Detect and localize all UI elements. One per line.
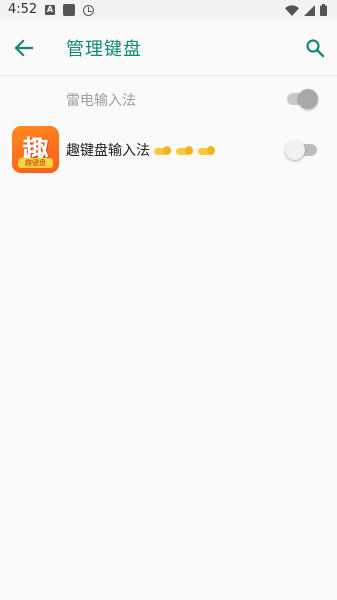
battery-icon: [320, 4, 327, 16]
toggle-thumb: [285, 140, 305, 160]
qujianpan-app-icon: 趣 趣键盘: [12, 126, 59, 173]
keyboard-label: 趣键盘输入法: [66, 143, 150, 159]
search-icon: [306, 39, 325, 58]
keyboard-toggle-leidian[interactable]: [287, 89, 318, 109]
square-app-icon: [63, 4, 75, 16]
keyboard-label: 雷电输入法: [66, 93, 136, 109]
pointing-hand-icon: [176, 145, 194, 157]
keyboard-toggle-qujianpan[interactable]: [285, 140, 317, 160]
status-bar: 4:52 A: [0, 0, 337, 20]
toggle-thumb: [298, 89, 318, 109]
keyboard-label-row: 趣键盘输入法: [66, 140, 216, 160]
search-button[interactable]: [301, 34, 329, 62]
keyboard-row-leidian: 雷电输入法: [0, 76, 337, 122]
a-notification-icon: A: [45, 5, 55, 15]
arrow-left-icon: [14, 39, 34, 57]
status-icons-right: [285, 4, 327, 16]
keyboard-row-qujianpan[interactable]: 趣 趣键盘 趣键盘输入法: [0, 122, 337, 178]
page-title: 管理键盘: [66, 39, 142, 60]
signal-icon: [304, 4, 315, 16]
clock-icon: [83, 4, 94, 16]
back-button[interactable]: [10, 34, 38, 62]
pointing-hand-icon: [198, 145, 216, 157]
status-time: 4:52: [8, 2, 38, 17]
pointing-hand-icon: [154, 145, 172, 157]
app-icon-band: 趣键盘: [18, 158, 53, 168]
wifi-icon: [285, 4, 299, 16]
app-bar: 管理键盘: [0, 20, 337, 76]
status-icons-left: A: [45, 4, 94, 16]
